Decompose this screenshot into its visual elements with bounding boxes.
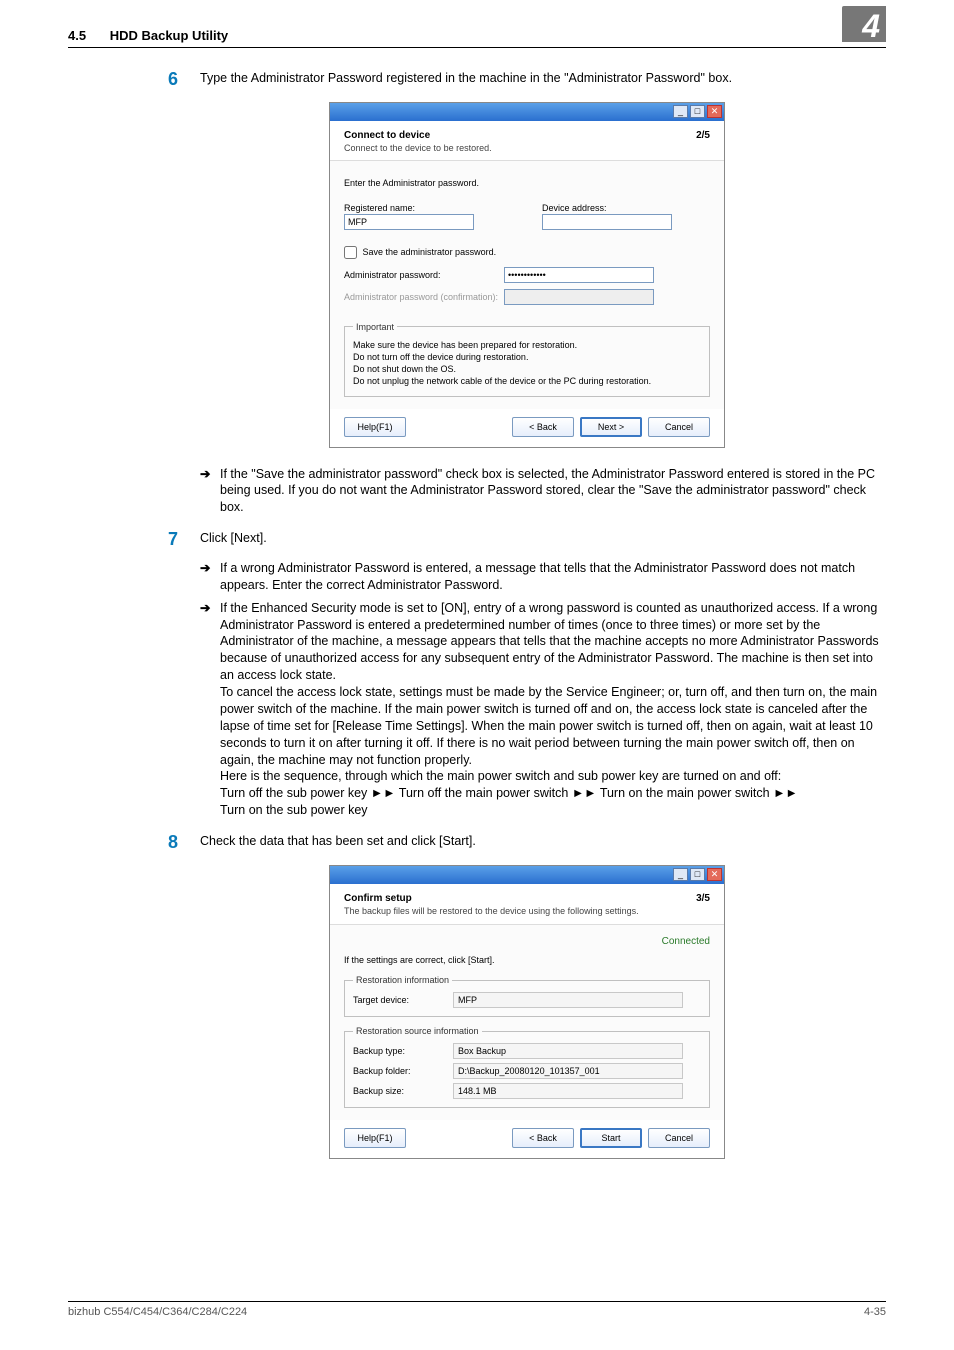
- minimize-icon[interactable]: _: [673, 105, 688, 118]
- backup-folder-label: Backup folder:: [353, 1065, 453, 1077]
- step-text: Click [Next].: [200, 530, 886, 550]
- page-footer: bizhub C554/C454/C364/C284/C224 4-35: [68, 1301, 886, 1318]
- dialog-subtitle: Connect to the device to be restored.: [344, 142, 492, 154]
- important-legend: Important: [353, 321, 397, 333]
- back-button[interactable]: < Back: [512, 1128, 574, 1148]
- save-password-checkbox[interactable]: [344, 246, 357, 259]
- step-number: 8: [168, 833, 200, 853]
- dialog-confirm-setup: _ □ ✕ Confirm setup The backup files wil…: [329, 865, 725, 1160]
- help-button[interactable]: Help(F1): [344, 417, 406, 437]
- close-icon[interactable]: ✕: [707, 868, 722, 881]
- minimize-icon[interactable]: _: [673, 868, 688, 881]
- backup-size-value: 148.1 MB: [453, 1083, 683, 1099]
- note-para: If the Enhanced Security mode is set to …: [220, 601, 879, 683]
- dialog-connect-to-device: _ □ ✕ Connect to device Connect to the d…: [329, 102, 725, 448]
- dialog-subtitle: The backup files will be restored to the…: [344, 905, 639, 917]
- registered-name-label: Registered name:: [344, 202, 512, 214]
- section-heading: 4.5 HDD Backup Utility: [68, 28, 228, 43]
- next-button[interactable]: Next >: [580, 417, 642, 437]
- important-line: Make sure the device has been prepared f…: [353, 339, 701, 351]
- seq-part: Turn off the sub power key: [220, 786, 367, 800]
- note-text: If a wrong Administrator Password is ent…: [220, 560, 886, 594]
- backup-folder-value: D:\Backup_20080120_101357_001: [453, 1063, 683, 1079]
- seq-arrow-icon: ►►: [371, 786, 396, 800]
- admin-password-confirm-input: [504, 289, 654, 305]
- chapter-badge: 4: [842, 6, 886, 42]
- note-text: If the "Save the administrator password"…: [220, 466, 886, 517]
- step-number: 6: [168, 70, 200, 90]
- step-8: 8 Check the data that has been set and c…: [168, 833, 886, 853]
- arrow-icon: ➔: [200, 600, 220, 819]
- close-icon[interactable]: ✕: [707, 105, 722, 118]
- important-box: Important Make sure the device has been …: [344, 321, 710, 397]
- note-para: To cancel the access lock state, setting…: [220, 685, 877, 767]
- help-button[interactable]: Help(F1): [344, 1128, 406, 1148]
- target-device-value: MFP: [453, 992, 683, 1008]
- backup-type-label: Backup type:: [353, 1045, 453, 1057]
- backup-type-value: Box Backup: [453, 1043, 683, 1059]
- back-button[interactable]: < Back: [512, 417, 574, 437]
- dialog-titlebar: _ □ ✕: [330, 103, 724, 121]
- seq-part: Turn on the sub power key: [220, 803, 368, 817]
- restoration-source-box: Restoration source information Backup ty…: [344, 1025, 710, 1108]
- important-line: Do not shut down the OS.: [353, 363, 701, 375]
- target-device-label: Target device:: [353, 994, 453, 1006]
- dialog-page-indicator: 2/5: [696, 129, 710, 155]
- dialog-titlebar: _ □ ✕: [330, 866, 724, 884]
- important-line: Do not unplug the network cable of the d…: [353, 375, 701, 387]
- dialog-title: Connect to device: [344, 129, 492, 143]
- seq-arrow-icon: ►►: [773, 786, 798, 800]
- section-number: 4.5: [68, 28, 86, 43]
- instruction-text: Enter the Administrator password.: [344, 177, 710, 189]
- dialog-title: Confirm setup: [344, 892, 639, 906]
- step-7-note-1: ➔ If a wrong Administrator Password is e…: [200, 560, 886, 594]
- maximize-icon[interactable]: □: [690, 868, 705, 881]
- arrow-icon: ➔: [200, 560, 220, 594]
- step-7: 7 Click [Next].: [168, 530, 886, 550]
- footer-page-number: 4-35: [864, 1306, 886, 1318]
- seq-part: Turn off the main power switch: [399, 786, 569, 800]
- note-text: If the Enhanced Security mode is set to …: [220, 600, 886, 819]
- instruction-text: If the settings are correct, click [Star…: [344, 954, 710, 966]
- note-para: Here is the sequence, through which the …: [220, 769, 781, 783]
- cancel-button[interactable]: Cancel: [648, 417, 710, 437]
- important-line: Do not turn off the device during restor…: [353, 351, 701, 363]
- registered-name-input[interactable]: [344, 214, 474, 230]
- seq-part: Turn on the main power switch: [600, 786, 770, 800]
- admin-password-confirm-label: Administrator password (confirmation):: [344, 291, 504, 303]
- dialog-page-indicator: 3/5: [696, 892, 710, 918]
- backup-size-label: Backup size:: [353, 1085, 453, 1097]
- section-title: HDD Backup Utility: [110, 28, 228, 43]
- restoration-info-legend: Restoration information: [353, 974, 452, 986]
- cancel-button[interactable]: Cancel: [648, 1128, 710, 1148]
- maximize-icon[interactable]: □: [690, 105, 705, 118]
- start-button[interactable]: Start: [580, 1128, 642, 1148]
- device-address-label: Device address:: [542, 202, 710, 214]
- admin-password-input[interactable]: [504, 267, 654, 283]
- seq-arrow-icon: ►►: [572, 786, 597, 800]
- footer-model: bizhub C554/C454/C364/C284/C224: [68, 1306, 247, 1318]
- step-number: 7: [168, 530, 200, 550]
- step-7-note-2: ➔ If the Enhanced Security mode is set t…: [200, 600, 886, 819]
- restoration-info-box: Restoration information Target device: M…: [344, 974, 710, 1017]
- device-address-input[interactable]: [542, 214, 672, 230]
- connection-status: Connected: [344, 935, 710, 949]
- step-6-note: ➔ If the "Save the administrator passwor…: [200, 466, 886, 517]
- step-6: 6 Type the Administrator Password regist…: [168, 70, 886, 90]
- admin-password-label: Administrator password:: [344, 269, 504, 281]
- step-text: Check the data that has been set and cli…: [200, 833, 886, 853]
- restoration-source-legend: Restoration source information: [353, 1025, 482, 1037]
- page-header: 4.5 HDD Backup Utility: [68, 28, 886, 48]
- step-text: Type the Administrator Password register…: [200, 70, 886, 90]
- save-password-label: Save the administrator password.: [363, 247, 497, 257]
- arrow-icon: ➔: [200, 466, 220, 517]
